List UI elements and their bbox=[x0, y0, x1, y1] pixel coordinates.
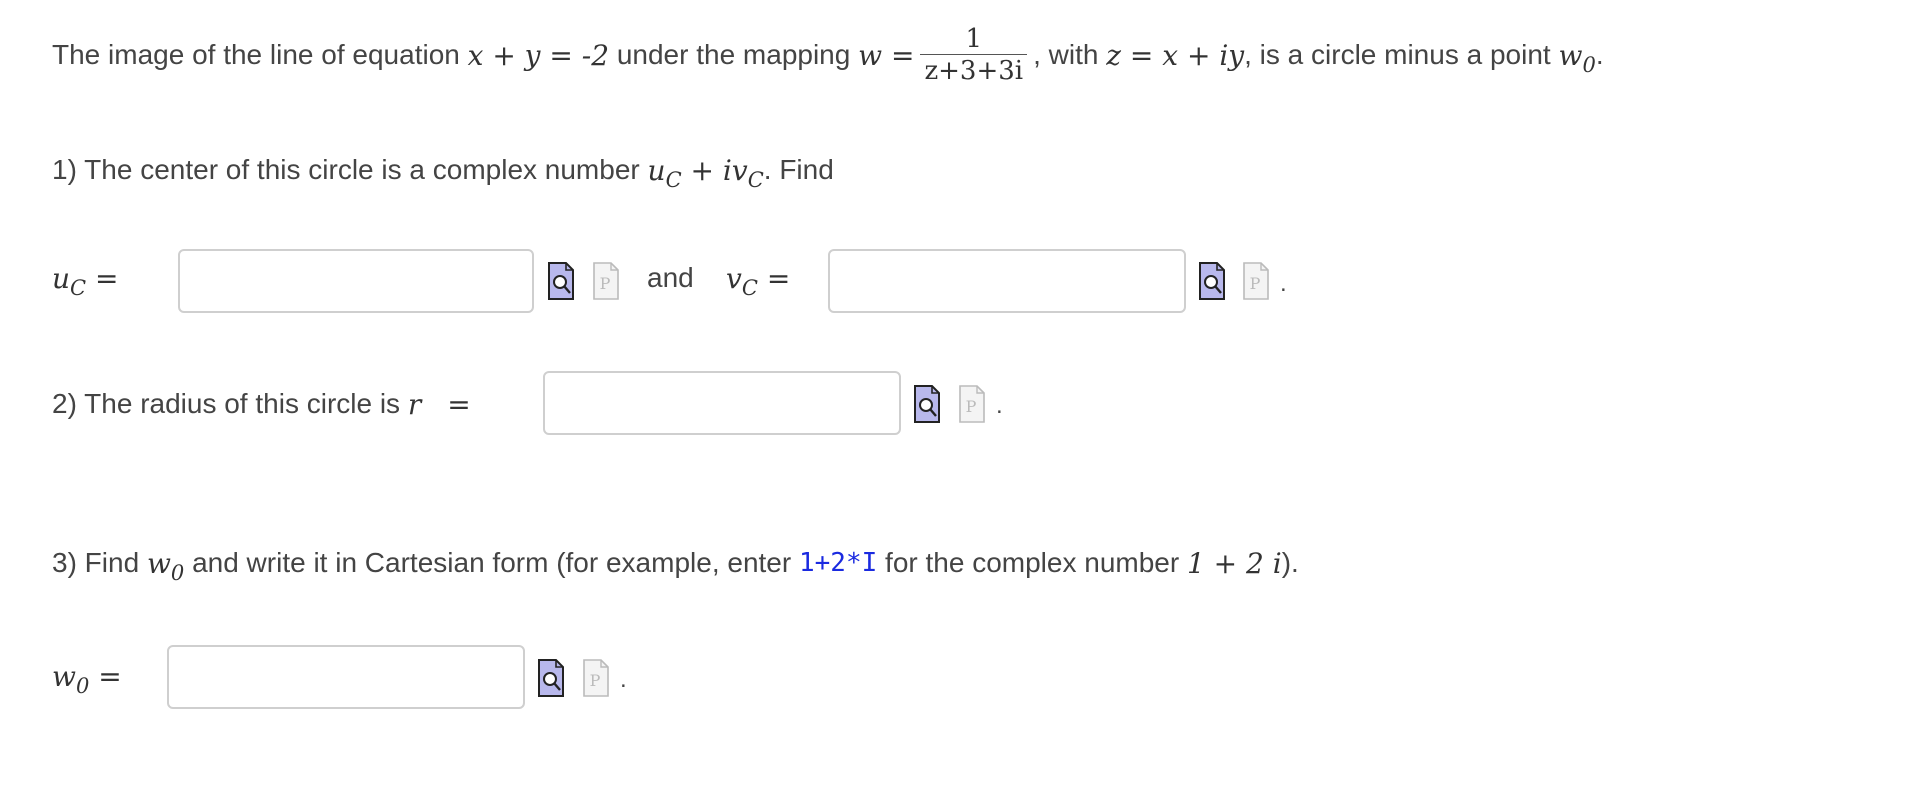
w0-input[interactable] bbox=[167, 645, 525, 709]
uc-input[interactable] bbox=[178, 249, 534, 313]
problem-page-icon[interactable]: P bbox=[959, 385, 985, 423]
q2-text: 2) The radius of this circle is bbox=[52, 388, 401, 419]
preview-icon[interactable] bbox=[1199, 262, 1225, 300]
r-equals: = bbox=[447, 387, 471, 421]
radius-input[interactable] bbox=[543, 371, 901, 435]
preview-icon[interactable] bbox=[548, 262, 574, 300]
problem-page-icon[interactable]: P bbox=[1243, 262, 1269, 300]
q3-text-b: and write it in Cartesian form (for exam… bbox=[192, 547, 792, 578]
w0-symbol: w0 bbox=[1558, 38, 1596, 77]
vc-input[interactable] bbox=[828, 249, 1186, 313]
center-expression: uC + ivC bbox=[647, 153, 764, 192]
svg-text:P: P bbox=[590, 671, 601, 690]
z-definition: z = x + iy bbox=[1106, 38, 1245, 72]
mapping-fraction: 1 z+3+3i bbox=[920, 23, 1028, 87]
intro-text-a: The image of the line of equation bbox=[52, 39, 460, 70]
question-2: 2) The radius of this circle is r = bbox=[52, 382, 471, 426]
line-equation: x + y = -2 bbox=[467, 38, 610, 72]
question-1: 1) The center of this circle is a comple… bbox=[52, 148, 834, 192]
problem-page-icon[interactable]: P bbox=[583, 659, 609, 697]
and-label: and bbox=[647, 262, 694, 293]
svg-text:P: P bbox=[966, 397, 977, 416]
period: . bbox=[996, 392, 1003, 419]
preview-icon[interactable] bbox=[538, 659, 564, 697]
vc-label: vC = bbox=[726, 262, 791, 301]
example-math: 1 + 2 i bbox=[1186, 546, 1282, 580]
svg-text:P: P bbox=[600, 274, 611, 293]
intro-text-d: , is a circle minus a point bbox=[1244, 39, 1551, 70]
period: . bbox=[1280, 270, 1287, 297]
problem-page-icon[interactable]: P bbox=[593, 262, 619, 300]
preview-icon[interactable] bbox=[914, 385, 940, 423]
q3-text-d: ). bbox=[1281, 547, 1299, 578]
intro-period: . bbox=[1595, 39, 1604, 70]
svg-text:P: P bbox=[1250, 274, 1261, 293]
q1-text: 1) The center of this circle is a comple… bbox=[52, 154, 640, 185]
r-symbol: r bbox=[407, 387, 422, 421]
q3-text-a: 3) Find bbox=[52, 547, 140, 578]
intro-text-c: , with bbox=[1033, 39, 1099, 70]
q1-find: . Find bbox=[763, 154, 834, 185]
example-code: 1+2*I bbox=[798, 548, 878, 578]
intro-text-b: under the mapping bbox=[616, 39, 851, 70]
q3-text-c: for the complex number bbox=[885, 547, 1180, 578]
problem-statement: The image of the line of equation x + y … bbox=[52, 18, 1604, 92]
period: . bbox=[620, 666, 627, 693]
question-3: 3) Find w0 and write it in Cartesian for… bbox=[52, 540, 1299, 586]
uc-label: uC = bbox=[52, 262, 119, 301]
mapping-lhs: w = bbox=[858, 38, 915, 72]
w0-symbol: w0 bbox=[146, 546, 185, 585]
w0-label: w0 = bbox=[52, 660, 122, 699]
fraction-numerator: 1 bbox=[965, 23, 983, 54]
fraction-denominator: z+3+3i bbox=[924, 55, 1024, 86]
